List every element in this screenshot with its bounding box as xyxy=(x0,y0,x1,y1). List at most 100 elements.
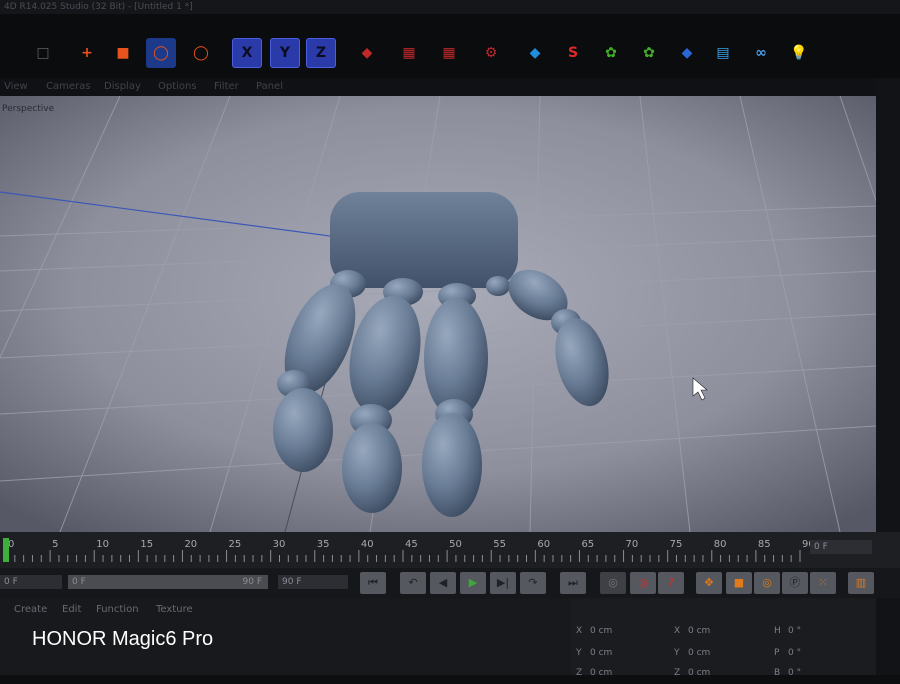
viewport-label: Perspective xyxy=(2,104,55,114)
undo-icon[interactable]: □ xyxy=(28,38,58,68)
timeline-tick-label: 5 xyxy=(52,539,58,550)
record-active-objects-button[interactable]: ◎ xyxy=(600,572,626,594)
menu-panel[interactable]: Panel xyxy=(256,78,283,96)
rotation-p-field[interactable]: 0 ° xyxy=(788,648,801,658)
floor-icon[interactable]: ▤ xyxy=(708,38,738,68)
rotate-tool-icon[interactable]: ◯ xyxy=(146,38,176,68)
x-axis-button[interactable]: X xyxy=(232,38,262,68)
start-frame-field[interactable]: 0 F xyxy=(0,575,62,589)
position-y-label: Y xyxy=(576,648,582,658)
menu-view[interactable]: View xyxy=(4,78,28,96)
next-frame-button[interactable]: ▶| xyxy=(490,572,516,594)
viewport-scene xyxy=(0,96,876,532)
position-key-button[interactable]: ✥ xyxy=(696,572,722,594)
size-y-label: Y xyxy=(674,648,680,658)
menu-cameras[interactable]: Cameras xyxy=(46,78,90,96)
render-picture-viewer-icon[interactable]: ▦ xyxy=(434,38,464,68)
position-x-field[interactable]: 0 cm xyxy=(590,626,612,636)
window-title-bar: 4D R14.025 Studio (32 Bit) - [Untitled 1… xyxy=(0,0,900,14)
y-axis-button[interactable]: Y xyxy=(270,38,300,68)
coordinate-manager: X 0 cm X 0 cm H 0 ° Y 0 cm Y 0 cm P 0 ° … xyxy=(570,598,876,678)
size-y-field[interactable]: 0 cm xyxy=(688,648,710,658)
rotation-p-label: P xyxy=(774,648,780,658)
live-select-icon[interactable]: ◯ xyxy=(186,38,216,68)
cube-icon[interactable]: ◆ xyxy=(520,38,550,68)
position-y-field[interactable]: 0 cm xyxy=(590,648,612,658)
range-min: 0 F xyxy=(72,577,86,587)
timeline-tick-label: 75 xyxy=(670,539,683,550)
go-to-end-button[interactable]: ⏭ xyxy=(560,572,586,594)
timeline-tick-label: 35 xyxy=(317,539,330,550)
timeline-tick-label: 60 xyxy=(537,539,550,550)
keyframe-selection-button[interactable]: ? xyxy=(658,572,684,594)
timeline-tick-label: 10 xyxy=(96,539,109,550)
window-title: 4D R14.025 Studio (32 Bit) - [Untitled 1… xyxy=(4,2,193,12)
autokeying-button[interactable]: ◎ xyxy=(630,572,656,594)
size-z-label: Z xyxy=(674,668,681,678)
timeline-tick-label: 70 xyxy=(626,539,639,550)
transport-controls: 0 F 0 F 90 F 90 F ⏮ ↶ ◀ ▶ ▶| ↷ ⏭ ◎ ◎ ? ✥… xyxy=(0,568,900,598)
z-axis-button[interactable]: Z xyxy=(306,38,336,68)
menu-display[interactable]: Display xyxy=(104,78,141,96)
move-tool-icon[interactable]: + xyxy=(72,38,102,68)
timeline-tick-label: 20 xyxy=(184,539,197,550)
scale-tool-icon[interactable]: ■ xyxy=(108,38,138,68)
rotation-h-label: H xyxy=(774,626,781,636)
position-z-field[interactable]: 0 cm xyxy=(590,668,612,678)
frame-range-slider[interactable]: 0 F 90 F xyxy=(68,575,268,589)
coord-row-x: X 0 cm X 0 cm H 0 ° xyxy=(570,624,876,642)
size-z-field[interactable]: 0 cm xyxy=(688,668,710,678)
parameter-key-button[interactable]: Ⓟ xyxy=(782,572,808,594)
timeline-tick-label: 85 xyxy=(758,539,771,550)
main-toolbar: □ + ■ ◯ ◯ X Y Z ◆ ▦ ▦ ⚙ ◆ S ✿ ✿ ◆ ▤ ∞ 💡 xyxy=(0,14,900,78)
size-x-label: X xyxy=(674,626,681,636)
timeline-tick-label: 65 xyxy=(581,539,594,550)
array-icon[interactable]: ✿ xyxy=(634,38,664,68)
deformer-icon[interactable]: ◆ xyxy=(672,38,702,68)
timeline-tick-label: 30 xyxy=(273,539,286,550)
timeline[interactable]: 0 5 10 15 20 25 30 35 40 45 50 55 60 65 70 75 80 85 90 0 F xyxy=(0,532,900,568)
previous-frame-button[interactable]: ◀ xyxy=(430,572,456,594)
material-menu-create[interactable]: Create xyxy=(14,604,47,615)
menu-options[interactable]: Options xyxy=(158,78,197,96)
render-settings-icon[interactable]: ⚙ xyxy=(476,38,506,68)
scale-key-button[interactable]: ■ xyxy=(726,572,752,594)
playhead-marker[interactable] xyxy=(3,538,9,562)
timeline-window-icon[interactable]: ▥ xyxy=(848,572,874,594)
timeline-tick-label: 55 xyxy=(493,539,506,550)
timeline-tick-label: 25 xyxy=(229,539,242,550)
timeline-tick-label: 15 xyxy=(140,539,153,550)
position-z-label: Z xyxy=(576,668,583,678)
end-frame-field[interactable]: 90 F xyxy=(278,575,348,589)
next-key-button[interactable]: ↷ xyxy=(520,572,546,594)
timeline-tick-label: 40 xyxy=(361,539,374,550)
material-menu-function[interactable]: Function xyxy=(96,604,139,615)
size-x-field[interactable]: 0 cm xyxy=(688,626,710,636)
play-button[interactable]: ▶ xyxy=(460,572,486,594)
perspective-viewport[interactable]: Perspective xyxy=(0,96,876,532)
coord-row-z: Z 0 cm Z 0 cm B 0 ° xyxy=(570,666,876,684)
current-frame-field[interactable]: 0 F xyxy=(810,540,872,554)
material-menu-texture[interactable]: Texture xyxy=(156,604,193,615)
go-to-start-button[interactable]: ⏮ xyxy=(360,572,386,594)
sky-icon[interactable]: ∞ xyxy=(746,38,776,68)
coordinate-system-icon[interactable]: ◆ xyxy=(352,38,382,68)
range-max: 90 F xyxy=(242,577,263,587)
render-view-icon[interactable]: ▦ xyxy=(394,38,424,68)
timeline-tick-label: 80 xyxy=(714,539,727,550)
viewport-menu-bar: View Cameras Display Options Filter Pane… xyxy=(0,78,900,96)
material-menu-edit[interactable]: Edit xyxy=(62,604,81,615)
spline-pen-icon[interactable]: S xyxy=(558,38,588,68)
timeline-tick-label: 45 xyxy=(405,539,418,550)
light-icon[interactable]: 💡 xyxy=(784,38,814,68)
rotation-key-button[interactable]: ◎ xyxy=(754,572,780,594)
timeline-tick-label: 50 xyxy=(449,539,462,550)
menu-filter[interactable]: Filter xyxy=(214,78,239,96)
coord-row-y: Y 0 cm Y 0 cm P 0 ° xyxy=(570,646,876,664)
previous-key-button[interactable]: ↶ xyxy=(400,572,426,594)
subdivision-surface-icon[interactable]: ✿ xyxy=(596,38,626,68)
timeline-ruler: 0 5 10 15 20 25 30 35 40 45 50 55 60 65 70 75 80 85 90 xyxy=(3,538,815,562)
rotation-h-field[interactable]: 0 ° xyxy=(788,626,801,636)
rotation-b-field[interactable]: 0 ° xyxy=(788,668,801,678)
point-level-animation-button[interactable]: ⁙ xyxy=(810,572,836,594)
